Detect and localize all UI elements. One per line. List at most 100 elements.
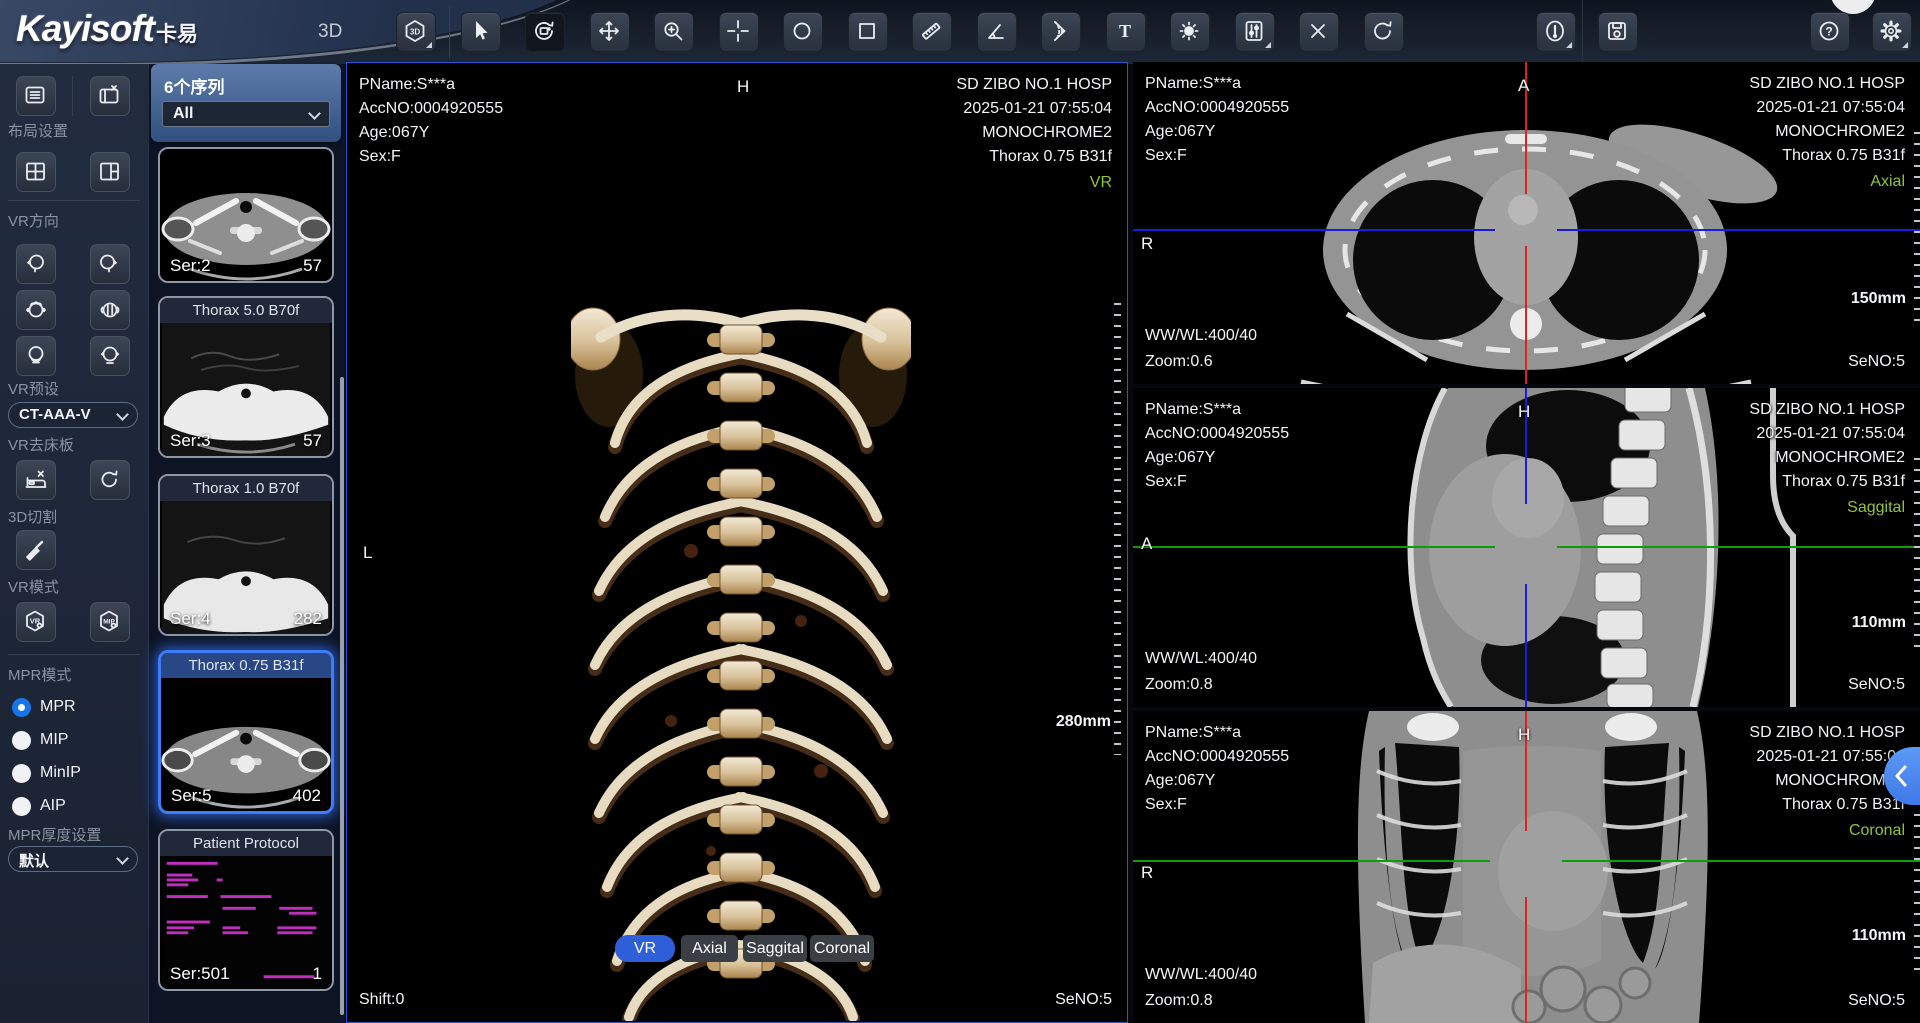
- help-button[interactable]: ?: [1810, 12, 1850, 52]
- series-thumbnail-ser4[interactable]: Thorax 1.0 B70f Ser:4 282: [158, 474, 334, 636]
- cube-3d-tool-button[interactable]: 3D: [396, 12, 436, 52]
- delete-tool-button[interactable]: [1299, 12, 1339, 52]
- series-no-label: SeNO:5: [1848, 350, 1905, 374]
- mode-button-vr[interactable]: VR: [615, 935, 675, 962]
- crosshair-tool-button[interactable]: [719, 12, 759, 52]
- ruler-tool-button[interactable]: [912, 12, 952, 52]
- grid-layout-button[interactable]: [16, 152, 56, 192]
- crosshair-vertical-line[interactable]: [1525, 246, 1527, 384]
- head-right-button[interactable]: [90, 244, 130, 284]
- patient-age: Age:067Y: [1145, 120, 1289, 144]
- ellipse-tool-button[interactable]: [783, 12, 823, 52]
- alert-tool-button[interactable]: [1536, 12, 1576, 52]
- crosshair-horizontal-line[interactable]: [1562, 860, 1920, 862]
- zoom-tool-button[interactable]: [654, 12, 694, 52]
- view-type-label: Coronal: [1749, 819, 1905, 843]
- crosshair-horizontal-line[interactable]: [1133, 860, 1490, 862]
- head-back-button[interactable]: [16, 336, 56, 376]
- mode-button-axial[interactable]: Axial: [681, 935, 738, 962]
- head-ears-icon: [97, 297, 121, 321]
- hexagon-mip-icon: MIP: [97, 609, 121, 633]
- series-scrollbar[interactable]: [340, 377, 344, 1015]
- cursor-tool-button[interactable]: [461, 12, 501, 52]
- series-no-label: SeNO:5: [1055, 988, 1112, 1012]
- adjust-panel-tool-button[interactable]: [1235, 12, 1275, 52]
- radio-label: AIP: [40, 797, 66, 815]
- window-level-label: WW/WL:400/40: [1145, 324, 1257, 348]
- layout-list-button[interactable]: [16, 76, 56, 116]
- series-title: Patient Protocol: [160, 831, 332, 856]
- angle-tool-button[interactable]: [977, 12, 1017, 52]
- text-tool-button[interactable]: T: [1106, 12, 1146, 52]
- help-icon: ?: [1816, 18, 1842, 44]
- vr-preset-select[interactable]: CT-AAA-V: [8, 402, 138, 428]
- head-top-button[interactable]: [16, 290, 56, 330]
- crosshair-horizontal-line[interactable]: [1133, 229, 1495, 231]
- series-number: Ser:2: [170, 256, 211, 276]
- logo-suffix: 卡易: [156, 23, 198, 46]
- cobb-angle-tool-button[interactable]: [1041, 12, 1081, 52]
- series-thumbnail-ser3[interactable]: Thorax 5.0 B70f Ser:3 57: [158, 296, 334, 458]
- rectangle-tool-button[interactable]: [848, 12, 888, 52]
- layout-close-button[interactable]: [90, 76, 130, 116]
- crosshair-horizontal-line[interactable]: [1557, 229, 1920, 231]
- head-ears-button[interactable]: [90, 290, 130, 330]
- patient-name: PName:S***a: [1145, 72, 1289, 96]
- zoom-label: Zoom:0.8: [1145, 673, 1213, 697]
- dicom-3d-workstation: Kayisoft卡易 3D 3D: [0, 0, 1920, 1023]
- series-filter-value: All: [173, 105, 193, 123]
- mode-button-coronal[interactable]: Coronal: [810, 935, 874, 962]
- mip-hexagon-button[interactable]: MIP: [90, 602, 130, 642]
- vr-viewport[interactable]: PName:S***a AccNO:0004920555 Age:067Y Se…: [346, 62, 1128, 1023]
- svg-text:MIP: MIP: [103, 619, 115, 626]
- pan-tool-button[interactable]: [590, 12, 630, 52]
- vr-ribcage-render: [571, 291, 911, 1021]
- crosshair-horizontal-line[interactable]: [1557, 546, 1920, 548]
- layout-section-label: 布局设置: [8, 120, 68, 141]
- axial-viewport[interactable]: PName:S***a AccNO:0004920555 Age:067Y Se…: [1133, 62, 1920, 384]
- mpr-thickness-select[interactable]: 默认: [8, 846, 138, 872]
- chevron-down-icon: [308, 107, 321, 120]
- saggital-viewport[interactable]: PName:S***a AccNO:0004920555 Age:067Y Se…: [1133, 388, 1920, 707]
- coronal-viewport[interactable]: PName:S***a AccNO:0004920555 Age:067Y Se…: [1133, 711, 1920, 1023]
- mode-button-saggital[interactable]: Saggital: [743, 935, 807, 962]
- patient-sex: Sex:F: [359, 145, 503, 169]
- split-layout-button[interactable]: [90, 152, 130, 192]
- image-count: 57: [303, 256, 322, 276]
- window-level-tool-button[interactable]: [1170, 12, 1210, 52]
- study-info: SD ZIBO NO.1 HOSP 2025-01-21 07:55:04 MO…: [1749, 721, 1905, 843]
- rotate-3d-icon: [531, 18, 557, 44]
- mpr-mode-label: MPR模式: [8, 664, 71, 685]
- orientation-marker-left: A: [1141, 534, 1152, 554]
- series-filter-select[interactable]: All: [162, 101, 330, 127]
- crosshair-vertical-line[interactable]: [1525, 897, 1527, 1023]
- settings-button[interactable]: [1872, 12, 1912, 52]
- crosshair-horizontal-line[interactable]: [1133, 546, 1495, 548]
- ruler-icon: [918, 18, 944, 44]
- remove-bed-button[interactable]: [16, 460, 56, 500]
- reset-tool-button[interactable]: [1364, 12, 1404, 52]
- photometric: MONOCHROME2: [956, 121, 1112, 145]
- photometric: MONOCHROME2: [1749, 120, 1905, 144]
- window-level-label: WW/WL:400/40: [1145, 647, 1257, 671]
- sliders-icon: [1241, 18, 1267, 44]
- rotate-3d-tool-button[interactable]: [525, 12, 565, 52]
- series-thumbnail-ser501[interactable]: Patient Protocol Ser:501 1: [158, 829, 334, 991]
- series-thumbnail-ser2[interactable]: Ser:2 57: [158, 147, 334, 283]
- save-icon: [1604, 18, 1630, 44]
- bed-remove-icon: [23, 467, 47, 491]
- radio-selected-icon: [12, 698, 31, 717]
- head-front-button[interactable]: [90, 336, 130, 376]
- hospital-name: SD ZIBO NO.1 HOSP: [956, 73, 1112, 97]
- crosshair-vertical-line[interactable]: [1525, 584, 1527, 707]
- series-thumbnail-ser5-selected[interactable]: Thorax 0.75 B31f Ser:5 402: [158, 650, 334, 814]
- head-left-button[interactable]: [16, 244, 56, 284]
- sc1alpel-button[interactable]: [16, 530, 56, 570]
- vr-reset-button[interactable]: [90, 460, 130, 500]
- hexagon-vr-icon: VR: [23, 609, 47, 633]
- save-tool-button[interactable]: [1598, 12, 1638, 52]
- reset-icon: [1370, 18, 1396, 44]
- hospital-name: SD ZIBO NO.1 HOSP: [1749, 721, 1905, 745]
- vr-hexagon-button[interactable]: VR: [16, 602, 56, 642]
- ellipse-icon: [789, 18, 815, 44]
